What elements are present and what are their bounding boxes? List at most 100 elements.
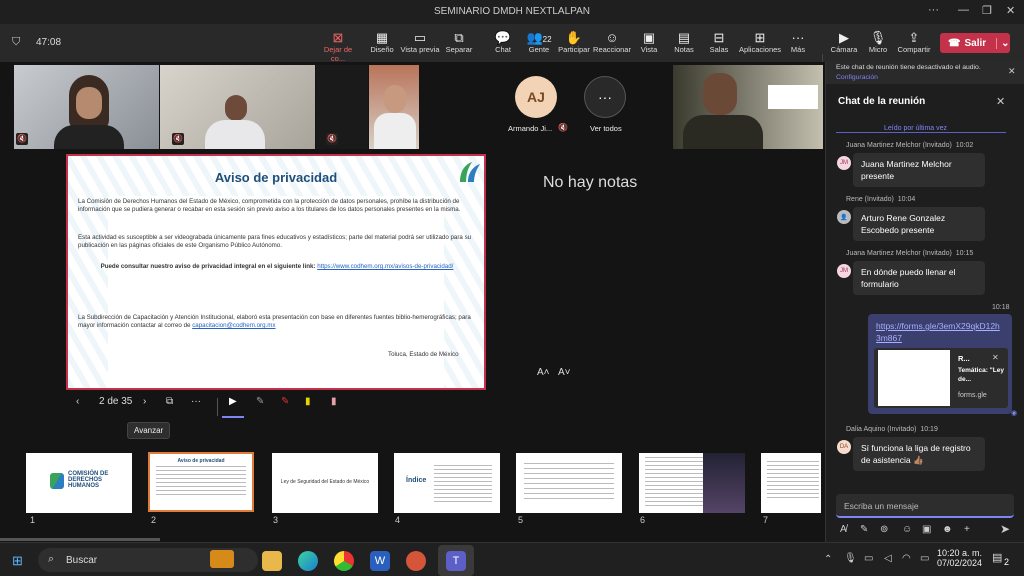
banner-text: Este chat de reunión tiene desactivado e… — [836, 64, 981, 71]
wifi-icon[interactable]: ◠ — [902, 553, 911, 564]
grid-view-icon[interactable]: ⧉ — [166, 396, 173, 407]
close-icon[interactable]: ✕ — [1008, 66, 1016, 77]
rooms-button[interactable]: ⊟ Salas — [697, 30, 741, 54]
popout-button[interactable]: ⧉ Separar — [437, 30, 481, 54]
thumb-number: 1 — [30, 515, 36, 525]
eraser-icon[interactable]: ▮ — [331, 396, 337, 407]
add-icon[interactable]: + — [964, 524, 970, 535]
mic-tray-icon[interactable]: 🎙 — [844, 553, 857, 564]
file-explorer-icon[interactable] — [262, 551, 282, 571]
leave-button[interactable]: ☎ Salir ⌄ — [940, 33, 1010, 53]
close-chat-icon[interactable]: ✕ — [996, 95, 1005, 108]
slide-thumbnail-4[interactable]: Índice — [394, 453, 500, 513]
slide-paragraph-2: Esta actividad es susceptible a ser vide… — [78, 234, 472, 249]
camera-tray-icon[interactable]: ▭ — [864, 553, 873, 564]
email-link[interactable]: capacitacion@codhem.org.mx — [192, 322, 275, 329]
emoji-icon[interactable]: ☺ — [902, 524, 912, 535]
avatar-user-icon: 👤 — [837, 210, 851, 224]
highlighter-icon[interactable]: ▮ — [305, 396, 311, 407]
restore-icon[interactable]: ❐ — [982, 4, 992, 17]
search-icon: ⌕ — [48, 553, 55, 565]
slide-thumbnail-1[interactable]: COMISIÓN DE DERECHOS HUMANOS — [26, 453, 132, 513]
window-title: SEMINARIO DMDH NEXTLALPAN — [434, 6, 590, 17]
pen-gray-icon[interactable]: ✎ — [256, 396, 264, 407]
windows-start-icon[interactable]: ⊞ — [12, 553, 23, 569]
attach-icon[interactable]: ✎ — [860, 524, 868, 535]
thumb-number: 5 — [518, 515, 524, 525]
close-preview-icon[interactable]: ✕ — [992, 353, 999, 362]
send-icon[interactable]: ➤ — [1000, 522, 1010, 536]
share-icon: ⇪ — [908, 30, 920, 45]
chrome-icon[interactable] — [334, 551, 354, 571]
message-input[interactable]: Escriba un mensaje — [836, 494, 1014, 518]
participant-video-1[interactable]: 🔇 — [14, 65, 159, 149]
forms-link[interactable]: https://forms.gle/3emX29qkD12h3m867 — [876, 320, 1004, 344]
slide-thumbnail-3[interactable]: Ley de Seguridad del Estado de México — [272, 453, 378, 513]
slide-paragraph-1: La Comisión de Derechos Humanos del Esta… — [78, 198, 461, 213]
participant-video-5[interactable] — [673, 65, 823, 149]
edge-icon[interactable] — [298, 551, 318, 571]
avatar-aj[interactable]: AJ — [515, 76, 557, 118]
word-icon[interactable]: W — [370, 551, 390, 571]
preview-button[interactable]: ▭ Vista previa — [398, 30, 442, 54]
chat-panel: Este chat de reunión tiene desactivado e… — [825, 62, 1024, 542]
phone-hangup-icon: ☎ — [948, 37, 961, 49]
seen-icon: ◉ — [1011, 410, 1018, 417]
slide-thumbnail-6[interactable] — [639, 453, 745, 513]
participant-video-4[interactable] — [369, 65, 419, 149]
participant-face — [703, 73, 737, 115]
format-icon[interactable]: A̸ — [840, 524, 847, 535]
privacy-link[interactable]: https://www.codhem.org.mx/avisos-de-priv… — [317, 263, 453, 270]
chat-message: Juana Martinez Melchor presente — [853, 153, 985, 187]
thumbnail-scrollbar[interactable] — [0, 538, 160, 541]
pen-red-icon[interactable]: ✎ — [281, 396, 289, 407]
thumb-lines — [156, 466, 246, 496]
read-marker-line — [836, 132, 1006, 133]
notification-icon[interactable]: ▤ — [992, 551, 1002, 564]
pointer-active-indicator — [222, 416, 244, 418]
participant-video-3[interactable]: 🔇 — [316, 65, 368, 149]
message-meta: Juana Martinez Melchor (Invitado) 10:15 — [846, 250, 974, 257]
thumb-text: COMISIÓN DE DERECHOS HUMANOS — [68, 471, 109, 489]
banner-sign — [768, 85, 818, 109]
more-options-icon[interactable]: ··· — [191, 396, 201, 407]
slide-thumbnail-2[interactable]: Aviso de privacidad — [148, 452, 254, 512]
font-increase-icon[interactable]: A˅ — [558, 367, 571, 378]
participant-face — [225, 95, 247, 121]
more-button[interactable]: ··· Más — [776, 30, 820, 54]
more-options-icon[interactable]: ··· — [928, 4, 939, 16]
see-all-label[interactable]: Ver todos — [590, 124, 622, 133]
media-player-icon[interactable] — [406, 551, 426, 571]
battery-icon[interactable]: ▭ — [920, 553, 929, 564]
gif-icon[interactable]: ▣ — [922, 524, 931, 535]
slide-thumbnail-7[interactable] — [761, 453, 821, 513]
close-icon[interactable]: ✕ — [1006, 4, 1015, 17]
font-decrease-icon[interactable]: A˄ — [537, 367, 550, 378]
clock-time: 10:20 a. m. — [937, 548, 983, 558]
settings-link[interactable]: Configuración — [836, 74, 878, 81]
pointer-icon[interactable]: ▶ — [229, 396, 237, 407]
loop-icon[interactable]: ⊚ — [880, 524, 888, 535]
prev-slide-icon[interactable]: ‹ — [76, 396, 79, 407]
participant-face — [76, 87, 102, 119]
next-slide-icon[interactable]: › — [143, 396, 146, 407]
more-participants-icon[interactable]: ··· — [584, 76, 626, 118]
slide-title: Aviso de privacidad — [214, 170, 338, 185]
link-preview-card[interactable]: R... ✕ Temática: "Ley de... forms.gle — [874, 348, 1008, 408]
volume-icon[interactable]: ◁ — [884, 553, 892, 564]
participant-video-2[interactable]: 🔇 — [160, 65, 315, 149]
share-button[interactable]: ⇪ Compartir — [892, 30, 936, 54]
chevron-up-icon[interactable]: ⌃ — [824, 554, 832, 565]
sticker-icon[interactable]: ☻ — [942, 524, 953, 535]
stop-share-button[interactable]: ⊠ Dejar de co... — [316, 30, 360, 63]
notification-count: 2 — [1004, 557, 1010, 567]
avatar-da: DA — [837, 440, 851, 454]
chevron-down-icon[interactable]: ⌄ — [996, 37, 1010, 49]
teams-taskbar-active[interactable]: T — [438, 545, 474, 576]
controls-divider — [217, 398, 218, 416]
tooltip: Avanzar — [127, 422, 171, 439]
slide-thumbnail-5[interactable] — [516, 453, 622, 513]
clock[interactable]: 10:20 a. m. 07/02/2024 — [937, 548, 982, 568]
taskbar-search[interactable]: ⌕ Buscar — [38, 548, 258, 572]
minimize-icon[interactable]: — — [958, 4, 969, 16]
